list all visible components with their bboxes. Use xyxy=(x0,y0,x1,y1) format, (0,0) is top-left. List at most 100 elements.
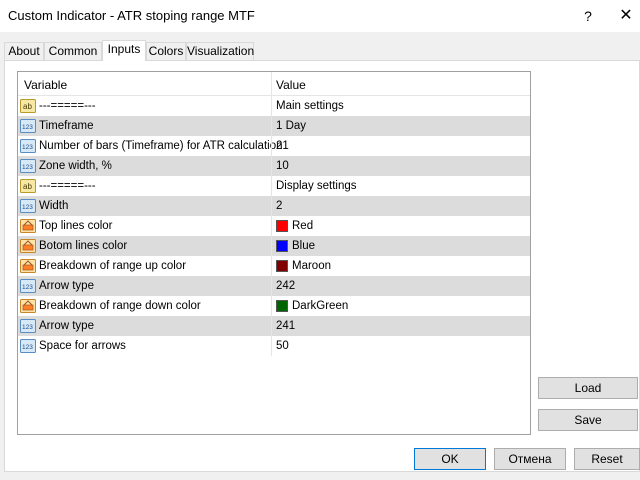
color-swatch[interactable] xyxy=(276,240,288,252)
integer-type-icon: 123 xyxy=(20,338,36,354)
variable-cell: ab ---=====--- xyxy=(18,96,271,116)
variable-cell: 123 Width xyxy=(18,196,271,216)
variable-value[interactable]: 242 xyxy=(276,280,295,292)
column-header-value[interactable]: Value xyxy=(276,78,306,92)
tab-common[interactable]: Common xyxy=(44,42,102,60)
color-swatch[interactable] xyxy=(276,300,288,312)
ok-button[interactable]: OK xyxy=(414,448,486,470)
svg-text:ab: ab xyxy=(23,182,32,191)
table-row[interactable]: 123 Timeframe 1 Day xyxy=(18,116,530,136)
save-button[interactable]: Save xyxy=(538,409,638,431)
integer-type-icon: 123 xyxy=(20,318,36,334)
svg-text:123: 123 xyxy=(22,124,33,131)
table-row[interactable]: Breakdown of range up color Maroon xyxy=(18,256,530,276)
window-title: Custom Indicator - ATR stoping range MTF xyxy=(8,8,255,23)
title-bar: Custom Indicator - ATR stoping range MTF… xyxy=(0,0,640,32)
help-button[interactable]: ? xyxy=(576,4,600,28)
variable-name: Zone width, % xyxy=(39,160,112,172)
column-divider xyxy=(271,156,272,176)
variable-value[interactable]: Red xyxy=(292,220,313,232)
variable-value[interactable]: Display settings xyxy=(276,180,357,192)
variable-name: Width xyxy=(39,200,69,212)
column-divider xyxy=(271,216,272,236)
svg-text:123: 123 xyxy=(22,284,33,291)
variable-name: Botom lines color xyxy=(39,240,128,252)
svg-text:123: 123 xyxy=(22,324,33,331)
column-divider xyxy=(271,176,272,196)
variable-name: Arrow type xyxy=(39,320,94,332)
close-button[interactable]: ✕ xyxy=(612,4,640,28)
integer-type-icon: 123 xyxy=(20,158,36,174)
tab-inputs[interactable]: Inputs xyxy=(102,40,146,61)
column-divider[interactable] xyxy=(271,72,272,96)
color-type-icon xyxy=(20,258,36,274)
table-row[interactable]: ab ---=====--- Display settings xyxy=(18,176,530,196)
string-type-icon: ab xyxy=(20,178,36,194)
variable-value[interactable]: 1 Day xyxy=(276,120,306,132)
tab-visualization[interactable]: Visualization xyxy=(186,42,254,60)
variable-cell: Botom lines color xyxy=(18,236,271,256)
variable-name: Space for arrows xyxy=(39,340,126,352)
dialog-client-area: About Common Inputs Colors Visualization… xyxy=(0,32,640,480)
table-row[interactable]: Botom lines color Blue xyxy=(18,236,530,256)
variable-name: Breakdown of range up color xyxy=(39,260,187,272)
variable-cell: ab ---=====--- xyxy=(18,176,271,196)
variable-value[interactable]: Maroon xyxy=(292,260,331,272)
variable-cell: 123 Arrow type xyxy=(18,316,271,336)
table-row[interactable]: Breakdown of range down color DarkGreen xyxy=(18,296,530,316)
variable-cell: 123 Space for arrows xyxy=(18,336,271,356)
variable-name: Top lines color xyxy=(39,220,113,232)
tab-colors[interactable]: Colors xyxy=(146,42,186,60)
column-divider xyxy=(271,336,272,356)
variable-name: ---=====--- xyxy=(39,180,96,192)
svg-text:123: 123 xyxy=(22,164,33,171)
variable-cell: 123 Timeframe xyxy=(18,116,271,136)
svg-text:123: 123 xyxy=(22,344,33,351)
tab-about[interactable]: About xyxy=(4,42,44,60)
variable-cell: 123 Number of bars (Timeframe) for ATR ca… xyxy=(18,136,283,156)
variable-value[interactable]: 241 xyxy=(276,320,295,332)
variable-cell: Breakdown of range up color xyxy=(18,256,271,276)
variable-value[interactable]: Blue xyxy=(292,240,315,252)
table-row[interactable]: 123 Number of bars (Timeframe) for ATR ca… xyxy=(18,136,530,156)
inputs-table: Variable Value ab ---=====--- Main setting… xyxy=(17,71,531,435)
column-divider xyxy=(271,116,272,136)
inputs-panel: Variable Value ab ---=====--- Main setting… xyxy=(4,60,640,472)
variable-cell: 123 Arrow type xyxy=(18,276,271,296)
variable-name: Breakdown of range down color xyxy=(39,300,201,312)
table-row[interactable]: 123 Arrow type 242 xyxy=(18,276,530,296)
column-divider xyxy=(271,256,272,276)
integer-type-icon: 123 xyxy=(20,198,36,214)
column-divider xyxy=(271,316,272,336)
table-row[interactable]: Top lines color Red xyxy=(18,216,530,236)
svg-text:123: 123 xyxy=(22,144,33,151)
table-row[interactable]: 123 Space for arrows 50 xyxy=(18,336,530,356)
integer-type-icon: 123 xyxy=(20,118,36,134)
cancel-button[interactable]: Отмена xyxy=(494,448,566,470)
table-row[interactable]: ab ---=====--- Main settings xyxy=(18,96,530,116)
column-divider xyxy=(271,136,272,156)
variable-value[interactable]: Main settings xyxy=(276,100,344,112)
variable-value[interactable]: 50 xyxy=(276,340,289,352)
table-row[interactable]: 123 Zone width, % 10 xyxy=(18,156,530,176)
color-swatch[interactable] xyxy=(276,260,288,272)
string-type-icon: ab xyxy=(20,98,36,114)
variable-value[interactable]: 21 xyxy=(276,140,289,152)
variable-value[interactable]: 10 xyxy=(276,160,289,172)
variable-name: Number of bars (Timeframe) for ATR calcu… xyxy=(39,140,283,152)
table-row[interactable]: 123 Width 2 xyxy=(18,196,530,216)
color-swatch[interactable] xyxy=(276,220,288,232)
variable-cell: 123 Zone width, % xyxy=(18,156,271,176)
variable-value[interactable]: DarkGreen xyxy=(292,300,348,312)
variable-name: Arrow type xyxy=(39,280,94,292)
load-button[interactable]: Load xyxy=(538,377,638,399)
table-row[interactable]: 123 Arrow type 241 xyxy=(18,316,530,336)
column-divider xyxy=(271,96,272,116)
column-divider xyxy=(271,236,272,256)
column-header-variable[interactable]: Variable xyxy=(24,78,67,92)
reset-button[interactable]: Reset xyxy=(574,448,640,470)
variable-value[interactable]: 2 xyxy=(276,200,282,212)
column-divider xyxy=(271,296,272,316)
svg-text:123: 123 xyxy=(22,204,33,211)
integer-type-icon: 123 xyxy=(20,278,36,294)
